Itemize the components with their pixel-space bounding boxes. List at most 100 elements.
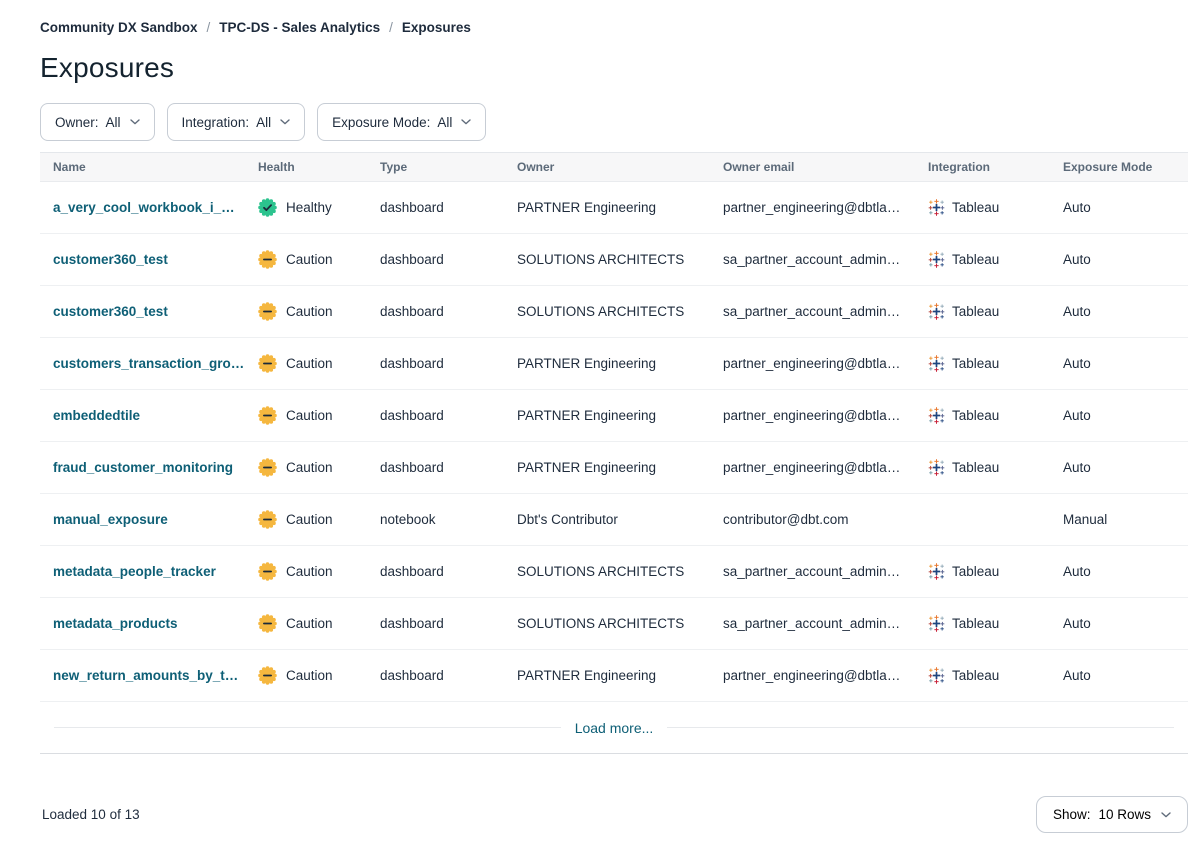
breadcrumb-environment[interactable]: TPC-DS - Sales Analytics bbox=[219, 20, 380, 35]
integration-label: Tableau bbox=[952, 304, 999, 319]
cell-type: dashboard bbox=[367, 460, 504, 475]
integration-label: Tableau bbox=[952, 616, 999, 631]
table-row: new_return_amounts_by_t… bbox=[40, 650, 1188, 702]
table-row: metadata_people_tracker bbox=[40, 546, 1188, 598]
cell-health: Caution bbox=[245, 614, 367, 633]
cell-type: dashboard bbox=[367, 616, 504, 631]
health-badge-icon bbox=[258, 614, 277, 633]
table-header-row: Name Health Type Owner Owner email Integ… bbox=[40, 152, 1188, 182]
tableau-icon bbox=[928, 563, 945, 580]
exposure-name-link[interactable]: new_return_amounts_by_t… bbox=[53, 668, 238, 683]
exposure-name-link[interactable]: metadata_people_tracker bbox=[53, 564, 216, 579]
column-header-health: Health bbox=[245, 160, 367, 174]
divider bbox=[54, 727, 561, 728]
integration: Tableau bbox=[928, 303, 1050, 320]
integration-label: Tableau bbox=[952, 200, 999, 215]
table-row: metadata_products bbox=[40, 598, 1188, 650]
cell-owner-email: partner_engineering@dbtla… bbox=[710, 460, 915, 475]
integration: Tableau bbox=[928, 355, 1050, 372]
exposure-mode-filter-dropdown[interactable]: Exposure Mode: All bbox=[317, 103, 486, 141]
chevron-down-icon bbox=[461, 119, 471, 125]
cell-exposure-mode: Auto bbox=[1050, 252, 1188, 267]
column-header-integration: Integration bbox=[915, 160, 1050, 174]
cell-owner-email: partner_engineering@dbtla… bbox=[710, 668, 915, 683]
health-badge-icon bbox=[258, 198, 277, 217]
cell-integration: Tableau bbox=[915, 303, 1050, 320]
exposure-name-link[interactable]: embeddedtile bbox=[53, 408, 140, 423]
cell-type: dashboard bbox=[367, 356, 504, 371]
breadcrumb: Community DX Sandbox / TPC-DS - Sales An… bbox=[40, 20, 1188, 35]
exposure-name-link[interactable]: fraud_customer_monitoring bbox=[53, 460, 233, 475]
table-row: customer360_test bbox=[40, 286, 1188, 338]
filter-label: Owner: bbox=[55, 115, 99, 130]
table-row: embeddedtile Caut bbox=[40, 390, 1188, 442]
cell-health: Caution bbox=[245, 354, 367, 373]
show-label: Show: bbox=[1053, 807, 1091, 822]
integration-filter-dropdown[interactable]: Integration: All bbox=[167, 103, 306, 141]
exposures-table: Name Health Type Owner Owner email Integ… bbox=[40, 152, 1188, 754]
load-more-link[interactable]: Load more... bbox=[575, 720, 654, 736]
chevron-down-icon bbox=[130, 119, 140, 125]
cell-owner-email: partner_engineering@dbtla… bbox=[710, 200, 915, 215]
cell-owner: PARTNER Engineering bbox=[504, 356, 710, 371]
cell-owner-email: sa_partner_account_admin… bbox=[710, 564, 915, 579]
cell-name: metadata_products bbox=[40, 616, 245, 631]
cell-owner: Dbt's Contributor bbox=[504, 512, 710, 527]
integration-label: Tableau bbox=[952, 460, 999, 475]
cell-name: a_very_cool_workbook_i_… bbox=[40, 200, 245, 215]
exposure-name-link[interactable]: customer360_test bbox=[53, 304, 168, 319]
cell-exposure-mode: Auto bbox=[1050, 616, 1188, 631]
cell-owner-email: sa_partner_account_admin… bbox=[710, 252, 915, 267]
cell-integration bbox=[915, 511, 1050, 528]
column-header-owner-email: Owner email bbox=[710, 160, 915, 174]
cell-exposure-mode: Auto bbox=[1050, 564, 1188, 579]
page-title: Exposures bbox=[40, 52, 1188, 84]
health-label: Caution bbox=[286, 408, 333, 423]
exposure-name-link[interactable]: manual_exposure bbox=[53, 512, 168, 527]
cell-owner: SOLUTIONS ARCHITECTS bbox=[504, 252, 710, 267]
filter-value: All bbox=[256, 115, 271, 130]
integration-label: Tableau bbox=[952, 564, 999, 579]
cell-owner-email: sa_partner_account_admin… bbox=[710, 616, 915, 631]
cell-exposure-mode: Auto bbox=[1050, 356, 1188, 371]
health-label: Caution bbox=[286, 512, 333, 527]
filter-bar: Owner: All Integration: All Exposure Mod… bbox=[40, 103, 1188, 141]
integration: Tableau bbox=[928, 251, 1050, 268]
breadcrumb-separator: / bbox=[389, 20, 393, 35]
integration: Tableau bbox=[928, 407, 1050, 424]
cell-exposure-mode: Auto bbox=[1050, 668, 1188, 683]
cell-type: dashboard bbox=[367, 668, 504, 683]
cell-type: dashboard bbox=[367, 200, 504, 215]
cell-health: Caution bbox=[245, 302, 367, 321]
cell-owner-email: partner_engineering@dbtla… bbox=[710, 356, 915, 371]
table-body: a_very_cool_workbook_i_… bbox=[40, 182, 1188, 702]
cell-owner: SOLUTIONS ARCHITECTS bbox=[504, 304, 710, 319]
filter-label: Integration: bbox=[182, 115, 250, 130]
breadcrumb-project[interactable]: Community DX Sandbox bbox=[40, 20, 198, 35]
health-badge-icon bbox=[258, 354, 277, 373]
integration: Tableau bbox=[928, 667, 1050, 684]
exposure-name-link[interactable]: customer360_test bbox=[53, 252, 168, 267]
exposure-name-link[interactable]: customers_transaction_gro… bbox=[53, 356, 244, 371]
integration-label: Tableau bbox=[952, 668, 999, 683]
cell-health: Caution bbox=[245, 458, 367, 477]
integration: Tableau bbox=[928, 615, 1050, 632]
rows-per-page-dropdown[interactable]: Show: 10 Rows bbox=[1036, 796, 1188, 833]
table-row: fraud_customer_monitoring bbox=[40, 442, 1188, 494]
cell-integration: Tableau bbox=[915, 251, 1050, 268]
exposure-name-link[interactable]: metadata_products bbox=[53, 616, 178, 631]
tableau-icon bbox=[928, 615, 945, 632]
filter-value: All bbox=[437, 115, 452, 130]
load-more-row: Load more... bbox=[40, 702, 1188, 754]
integration: Tableau bbox=[928, 199, 1050, 216]
cell-type: dashboard bbox=[367, 408, 504, 423]
table-row: a_very_cool_workbook_i_… bbox=[40, 182, 1188, 234]
integration-label: Tableau bbox=[952, 408, 999, 423]
cell-name: customers_transaction_gro… bbox=[40, 356, 245, 371]
cell-integration: Tableau bbox=[915, 407, 1050, 424]
owner-filter-dropdown[interactable]: Owner: All bbox=[40, 103, 155, 141]
tableau-icon bbox=[928, 667, 945, 684]
tableau-icon bbox=[928, 459, 945, 476]
cell-integration: Tableau bbox=[915, 667, 1050, 684]
exposure-name-link[interactable]: a_very_cool_workbook_i_… bbox=[53, 200, 235, 215]
